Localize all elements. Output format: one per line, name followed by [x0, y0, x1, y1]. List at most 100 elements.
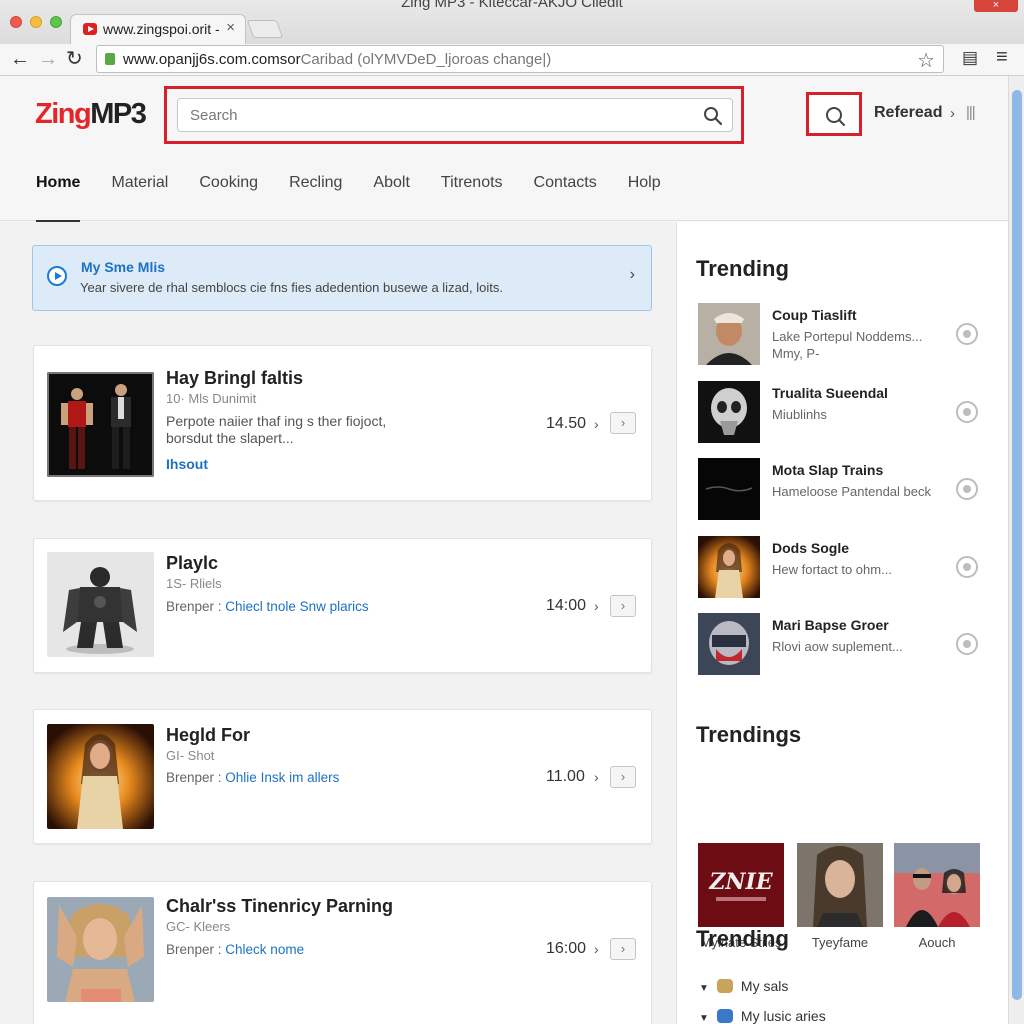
playlist-icon	[716, 979, 733, 993]
trending-subtitle: Lake Portepul Noddems... Mmy, P-	[772, 329, 923, 361]
song-card[interactable]: Playlc 1S- Rliels Brenper : Chiecl tnole…	[33, 538, 652, 673]
right-sidebar: Trending Coup Tiaslift Lake Portepul Nod…	[676, 222, 1008, 1024]
browser-tab[interactable]: www.zingspoi.orit - ×	[70, 14, 246, 44]
url-text[interactable]: www.opanjj6s.com.comsorCaribad (olYMVDeD…	[123, 51, 551, 68]
refresh-link[interactable]: Referead	[874, 104, 942, 122]
scroll-thumb[interactable]	[1012, 90, 1022, 1000]
reload-icon[interactable]: ↻	[66, 48, 83, 70]
trending-title[interactable]: Coup Tiaslift	[772, 307, 857, 323]
maximize-window-button[interactable]	[50, 16, 62, 28]
new-tab-button[interactable]	[246, 20, 284, 38]
trending-heading: Trending	[696, 256, 789, 281]
trending-item[interactable]: Mota Slap Trains Hameloose Pantendal bec…	[698, 458, 988, 522]
list-item[interactable]: ▼ My sals	[699, 978, 788, 998]
music-note-icon	[716, 1009, 733, 1023]
song-title[interactable]: Playlc	[166, 553, 218, 574]
song-link[interactable]: Ihsout	[166, 456, 208, 472]
song-title[interactable]: Chalr'ss Tinenricy Parning	[166, 896, 393, 917]
card-action-button[interactable]: ›	[610, 766, 636, 788]
song-title[interactable]: Hegld For	[166, 725, 250, 746]
notice-text: Year sivere de rhal semblocs cie fns fie…	[80, 280, 503, 295]
nav-item-home[interactable]: Home	[36, 174, 81, 222]
album-cover	[894, 843, 980, 927]
chevron-right-icon[interactable]: ›	[594, 416, 599, 432]
address-bar[interactable]: www.opanjj6s.com.comsorCaribad (olYMVDeD…	[96, 45, 944, 73]
song-subtitle: 1S- Rliels	[166, 576, 222, 591]
search-icon[interactable]	[703, 106, 723, 126]
add-circle-icon[interactable]	[956, 401, 978, 423]
search-button[interactable]	[806, 92, 862, 136]
list-item[interactable]: ▼ My lusic aries	[699, 1008, 826, 1024]
nav-item-recling[interactable]: Recling	[289, 174, 342, 222]
trending-item[interactable]: Dods Sogle Hew fortact to ohm...	[698, 536, 988, 600]
chevron-right-icon[interactable]: ›	[594, 769, 599, 785]
song-title[interactable]: Hay Bringl faltis	[166, 368, 303, 389]
main-content: My Sme Mlis Year sivere de rhal semblocs…	[0, 222, 676, 1024]
add-circle-icon[interactable]	[956, 556, 978, 578]
album-cover-text: ZNIE	[708, 869, 773, 895]
search-input[interactable]	[177, 98, 733, 132]
youtube-favicon-icon	[83, 23, 97, 35]
trending-title[interactable]: Dods Sogle	[772, 540, 849, 556]
main-nav: Home Material Cooking Recling Abolt Titr…	[36, 174, 692, 222]
song-card[interactable]: Hegld For GI- Shot Brenper : Ohlie Insk …	[33, 709, 652, 844]
notice-title: My Sme Mlis	[81, 259, 166, 275]
nav-item-titrenots[interactable]: Titrenots	[441, 174, 503, 222]
search-icon	[826, 107, 845, 126]
card-action-button[interactable]: ›	[610, 595, 636, 617]
add-circle-icon[interactable]	[956, 478, 978, 500]
window-close-x-button[interactable]: ×	[974, 0, 1018, 12]
song-card[interactable]: Hay Bringl faltis 10· Mls Dunimit Perpot…	[33, 345, 652, 501]
chevron-right-icon[interactable]: ›	[594, 598, 599, 614]
browser-titlebar: Zing MP3 - Kiteccar-AKJO Cliedit www.zin…	[0, 0, 1024, 44]
song-duration: 14.50	[546, 415, 587, 432]
song-thumbnail	[47, 897, 154, 1002]
nav-item-contacts[interactable]: Contacts	[534, 174, 597, 222]
trending-subtitle: Hew fortact to ohm...	[772, 562, 892, 577]
song-meta-link[interactable]: Ohlie Insk im allers	[225, 770, 339, 785]
song-meta-link[interactable]: Chiecl tnole Snw plarics	[225, 599, 368, 614]
minimize-window-button[interactable]	[30, 16, 42, 28]
back-arrow-icon[interactable]: ←	[10, 48, 30, 70]
nav-item-cooking[interactable]: Cooking	[199, 174, 258, 222]
nav-item-material[interactable]: Material	[111, 174, 168, 222]
song-card[interactable]: Chalr'ss Tinenricy Parning GC- Kleers Br…	[33, 881, 652, 1024]
tab-close-icon[interactable]: ×	[226, 19, 235, 36]
trending-album[interactable]: Aouch	[894, 843, 980, 950]
trending-item[interactable]: Coup Tiaslift Lake Portepul Noddems... M…	[698, 303, 988, 367]
chevron-right-icon[interactable]: ›	[594, 941, 599, 957]
song-meta: Brenper : Chleck nome	[166, 942, 305, 957]
nav-item-abolt[interactable]: Abolt	[373, 174, 409, 222]
chevron-right-icon[interactable]: ›	[630, 266, 635, 284]
card-action-button[interactable]: ›	[610, 412, 636, 434]
trending-subtitle: Hameloose Pantendal beck	[772, 484, 931, 499]
trending-title[interactable]: Mari Bapse Groer	[772, 617, 889, 633]
trending-thumbnail	[698, 613, 760, 675]
trending-title[interactable]: Mota Slap Trains	[772, 462, 883, 478]
card-action-button[interactable]: ›	[610, 938, 636, 960]
chevron-right-icon[interactable]: ›	[950, 105, 955, 122]
trending-item[interactable]: Mari Bapse Groer Rlovi aow suplement...	[698, 613, 988, 677]
notice-banner[interactable]: My Sme Mlis Year sivere de rhal semblocs…	[32, 245, 652, 311]
song-duration: 14:00	[546, 597, 587, 614]
song-meta-link[interactable]: Chleck nome	[225, 942, 304, 957]
trending-album[interactable]: Tyeyfame	[797, 843, 883, 950]
browser-menu-icon[interactable]: ≡	[996, 46, 1008, 69]
caret-down-icon[interactable]: ▼	[699, 1013, 709, 1024]
extension-icon[interactable]: ▤	[962, 48, 978, 68]
trending-thumbnail	[698, 458, 760, 520]
trending-title[interactable]: Trualita Sueendal	[772, 385, 888, 401]
bookmark-star-icon[interactable]: ☆	[917, 48, 935, 73]
add-circle-icon[interactable]	[956, 633, 978, 655]
close-window-button[interactable]	[10, 16, 22, 28]
zingmp3-logo[interactable]: ZingMP3	[35, 98, 147, 131]
caret-down-icon[interactable]: ▼	[699, 983, 709, 994]
add-circle-icon[interactable]	[956, 323, 978, 345]
song-description: Perpote naiier thaf ing s ther fiojoct, …	[166, 413, 387, 446]
song-meta: Brenper : Ohlie Insk im allers	[166, 770, 340, 785]
trending-item[interactable]: Trualita Sueendal Miublinhs	[698, 381, 988, 445]
nav-item-holp[interactable]: Holp	[628, 174, 661, 222]
vertical-scrollbar[interactable]	[1008, 76, 1024, 1024]
bars-icon[interactable]: |||	[966, 104, 976, 121]
forward-arrow-icon[interactable]: →	[38, 48, 58, 70]
